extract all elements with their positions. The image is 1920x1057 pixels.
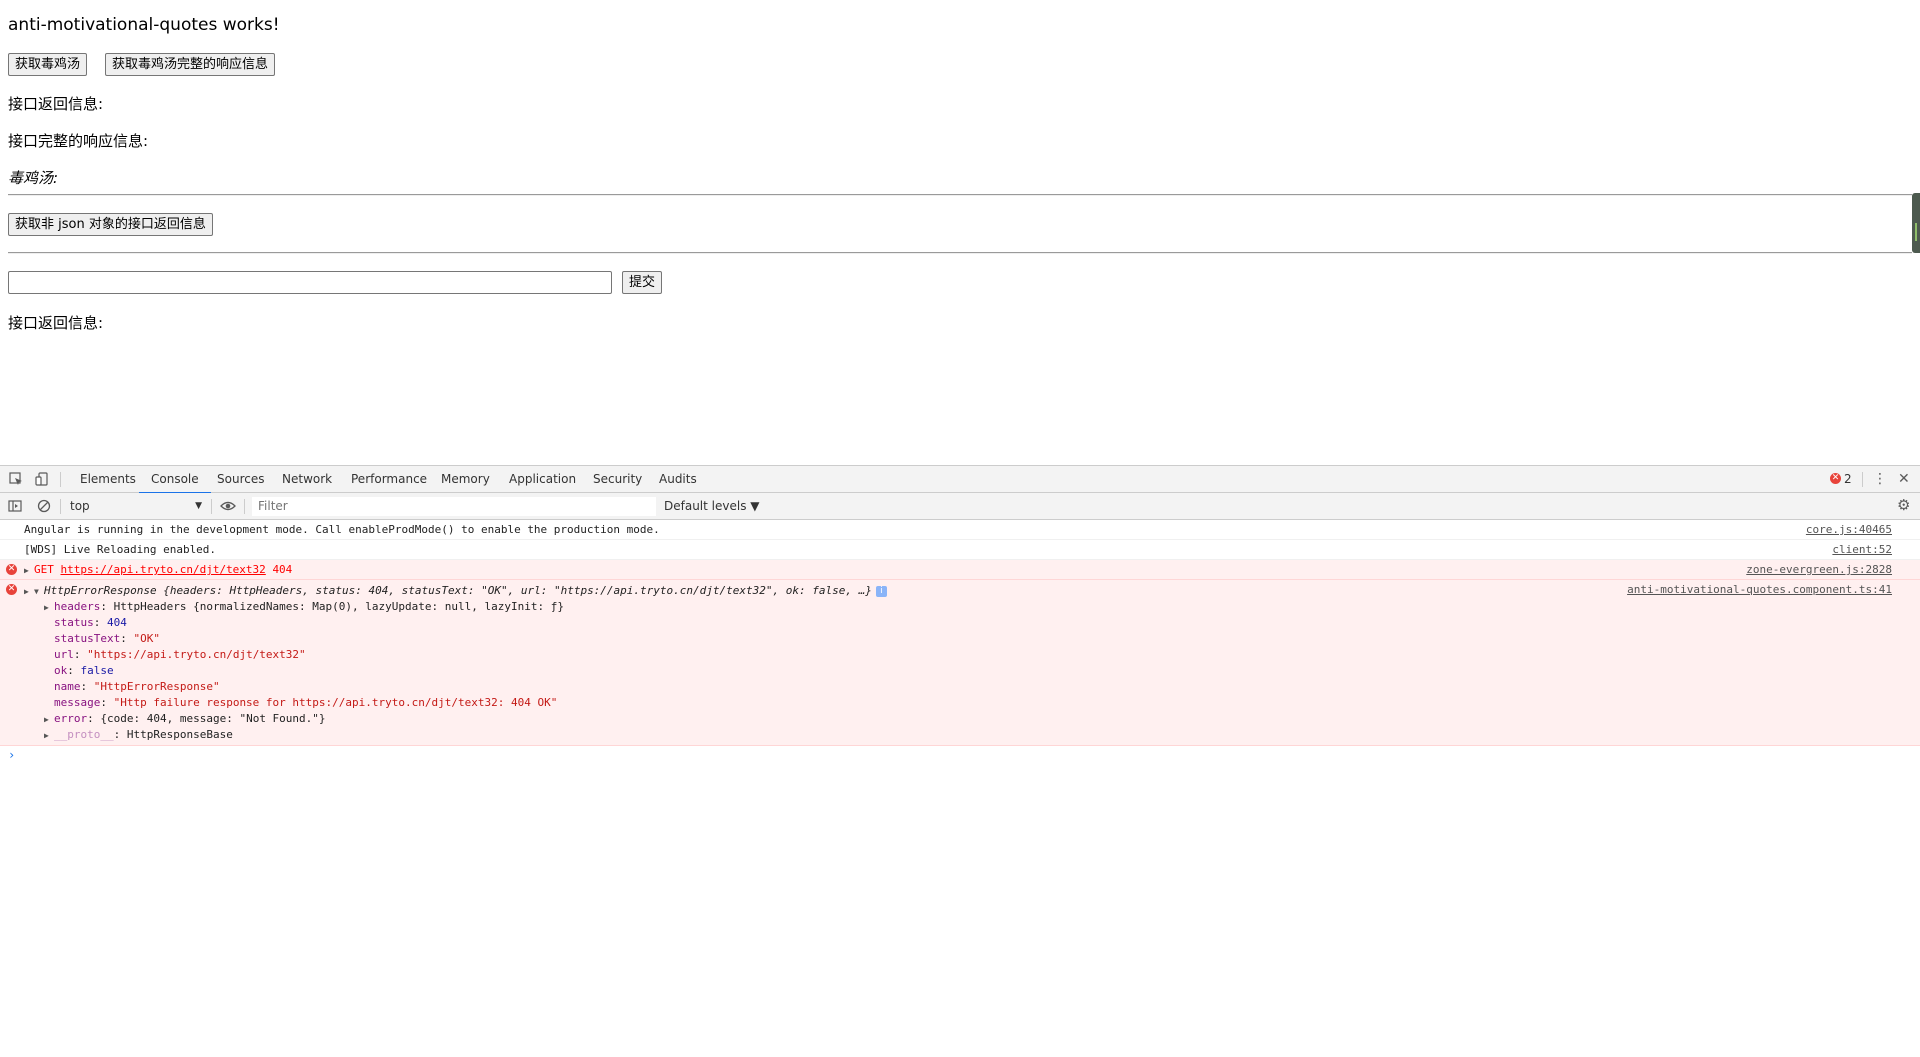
- sidebar-toggle-icon[interactable]: [8, 499, 22, 513]
- property-key: message: [54, 696, 101, 709]
- console-toolbar: top ▼ Filter Default levels ▼ ⚙: [0, 493, 1920, 520]
- filter-input[interactable]: Filter: [252, 497, 656, 516]
- object-property: statusText: "OK": [54, 632, 160, 645]
- tab-performance[interactable]: Performance: [351, 466, 427, 493]
- property-key: name: [54, 680, 81, 693]
- property-key: ok: [54, 664, 68, 677]
- object-property: message: "Http failure response for http…: [54, 696, 558, 709]
- property-value: HttpResponseBase: [126, 728, 233, 741]
- error-icon: ✕: [6, 564, 17, 575]
- console-message-source[interactable]: zone-evergreen.js:2828: [1746, 563, 1892, 577]
- console-prompt[interactable]: ›: [0, 746, 1920, 764]
- object-property: url: "https://api.tryto.cn/djt/text32": [54, 648, 306, 661]
- property-key: statusText: [54, 632, 121, 645]
- get-quote-button[interactable]: 获取毒鸡汤: [8, 53, 88, 76]
- more-options-icon[interactable]: ⋮: [1873, 466, 1887, 493]
- tab-console[interactable]: Console: [139, 466, 211, 494]
- divider-top: [8, 194, 1912, 196]
- toolbar-separator-2: [211, 499, 212, 514]
- devtools-panel: Elements Console Sources Network Perform…: [0, 465, 1920, 1057]
- property-value: "Http failure response for https://api.t…: [113, 696, 558, 709]
- expand-triangle-icon[interactable]: ▶: [44, 712, 54, 728]
- property-value: HttpHeaders {normalizedNames: Map(0), la…: [113, 600, 564, 613]
- console-message: Angular is running in the development mo…: [0, 520, 1920, 540]
- info-icon: i: [875, 585, 887, 597]
- tab-audits[interactable]: Audits: [659, 466, 697, 493]
- devtools-tabbar: Elements Console Sources Network Perform…: [0, 466, 1920, 494]
- property-value: false: [80, 664, 114, 677]
- property-key: status: [54, 616, 94, 629]
- api-return-label: 接口返回信息:: [8, 95, 104, 113]
- clear-console-icon[interactable]: [37, 499, 51, 513]
- log-levels-dropdown[interactable]: Default levels ▼: [664, 498, 760, 515]
- object-class-name: HttpErrorResponse: [44, 584, 157, 597]
- property-value: "OK": [133, 632, 160, 645]
- tab-application[interactable]: Application: [509, 466, 576, 493]
- tab-sources[interactable]: Sources: [217, 466, 264, 493]
- console-error-object: ✕ ▶ ▼ HttpErrorResponse {headers: HttpHead…: [0, 580, 1920, 746]
- tab-security[interactable]: Security: [593, 466, 642, 493]
- property-value: "HttpErrorResponse": [93, 680, 220, 693]
- text-input[interactable]: [8, 271, 612, 294]
- expand-triangle-icon[interactable]: ▶: [24, 564, 34, 578]
- object-property: status: 404: [54, 616, 127, 629]
- request-url[interactable]: https://api.tryto.cn/djt/text32: [61, 563, 266, 576]
- console-message-text: Angular is running in the development mo…: [24, 523, 660, 536]
- close-icon[interactable]: ✕: [1898, 466, 1910, 493]
- inspect-element-icon[interactable]: [9, 472, 23, 486]
- context-select[interactable]: top ▼: [70, 498, 202, 515]
- request-status: 404: [272, 563, 293, 576]
- property-value: 404: [107, 616, 127, 629]
- tab-elements[interactable]: Elements: [80, 466, 136, 493]
- console-message: [WDS] Live Reloading enabled. client:52: [0, 540, 1920, 560]
- object-summary-text: {headers: HttpHeaders, status: 404, stat…: [163, 584, 872, 597]
- toolbar-separator: [60, 499, 61, 514]
- toolbar-separator-3: [244, 499, 245, 514]
- console-message-text: [WDS] Live Reloading enabled.: [24, 543, 217, 556]
- console-output: Angular is running in the development mo…: [0, 520, 1920, 764]
- tab-network[interactable]: Network: [282, 466, 332, 493]
- error-count-icon[interactable]: ✕: [1830, 473, 1841, 484]
- gear-icon[interactable]: ⚙: [1897, 496, 1910, 514]
- object-property: ok: false: [54, 664, 114, 677]
- object-property: name: "HttpErrorResponse": [54, 680, 220, 693]
- chevron-down-icon: ▼: [195, 501, 202, 511]
- tab-memory[interactable]: Memory: [441, 466, 490, 493]
- property-key: error: [54, 712, 88, 725]
- get-full-response-button[interactable]: 获取毒鸡汤完整的响应信息: [105, 53, 276, 76]
- property-value: {code: 404, message: "Not Found."}: [100, 712, 326, 725]
- console-error-message: ✕ ▶ GET https://api.tryto.cn/djt/text32 4…: [0, 560, 1920, 580]
- expand-triangle-icon[interactable]: ▶: [44, 728, 54, 744]
- error-count[interactable]: 2: [1844, 466, 1852, 493]
- tabbar-separator: [60, 472, 61, 487]
- console-message-source[interactable]: core.js:40465: [1806, 523, 1892, 537]
- console-message-source[interactable]: anti-motivational-quotes.component.ts:41: [1627, 583, 1892, 597]
- divider-bottom: [8, 252, 1912, 254]
- context-select-value: top: [70, 499, 90, 513]
- api-return-label-2: 接口返回信息:: [8, 314, 104, 332]
- property-value: "https://api.tryto.cn/djt/text32": [87, 648, 306, 661]
- submit-button[interactable]: 提交: [622, 271, 663, 294]
- device-toolbar-icon[interactable]: [35, 472, 49, 486]
- object-property[interactable]: ▶ __proto__: HttpResponseBase: [24, 727, 1920, 743]
- collapse-triangle-icon[interactable]: ▼: [34, 584, 44, 600]
- app-page: anti-motivational-quotes works! 获取毒鸡汤 获取…: [0, 0, 1920, 465]
- get-non-json-button[interactable]: 获取非 json 对象的接口返回信息: [8, 213, 213, 236]
- page-title: anti-motivational-quotes works!: [8, 15, 280, 35]
- quote-label: 毒鸡汤:: [8, 169, 59, 187]
- property-key: __proto__: [54, 728, 114, 741]
- live-expression-eye-icon[interactable]: [220, 499, 236, 513]
- error-icon: ✕: [6, 584, 17, 595]
- object-property[interactable]: ▶ headers: HttpHeaders {normalizedNames: …: [24, 599, 1920, 615]
- tabbar-separator-right: [1862, 472, 1863, 487]
- expand-triangle-icon[interactable]: ▶: [24, 584, 34, 600]
- property-key: headers: [54, 600, 101, 613]
- console-message-source[interactable]: client:52: [1832, 543, 1892, 557]
- property-key: url: [54, 648, 74, 661]
- scrollbar-thumb[interactable]: [1912, 193, 1920, 253]
- expand-triangle-icon[interactable]: ▶: [44, 600, 54, 616]
- full-response-label: 接口完整的响应信息:: [8, 132, 149, 150]
- request-method: GET: [34, 563, 54, 576]
- object-property[interactable]: ▶ error: {code: 404, message: "Not Found.…: [24, 711, 1920, 727]
